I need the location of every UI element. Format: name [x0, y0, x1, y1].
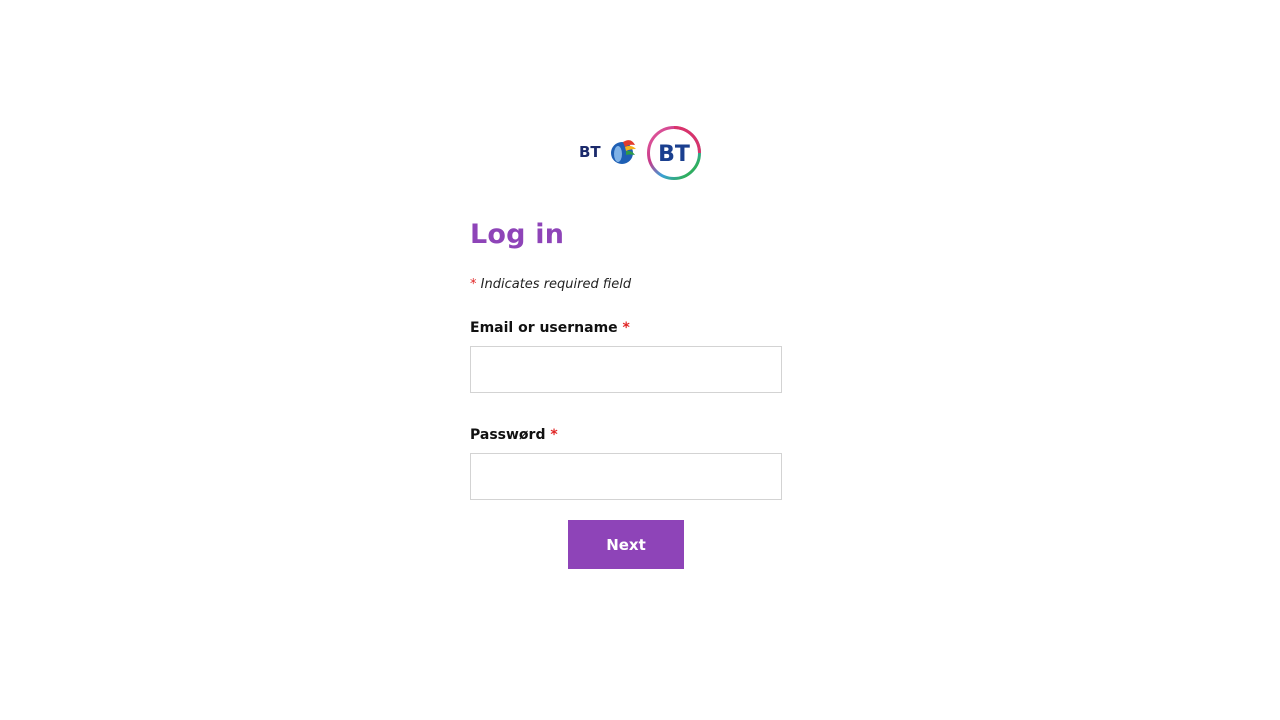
page-title: Log in [470, 219, 565, 250]
required-asterisk: * [470, 277, 477, 292]
login-form: Log in * Indicates required field Email … [470, 214, 782, 569]
bt-legacy-logo: BT [579, 140, 636, 164]
brand-logos: BT BT [579, 125, 703, 181]
email-label: Email or username * [470, 318, 782, 338]
password-required-asterisk: * [550, 427, 558, 443]
bt-roundel-logo: BT [647, 126, 701, 180]
password-label: Passwørd * [470, 425, 782, 445]
next-button[interactable]: Next [568, 520, 684, 569]
logo-new-text: BT [658, 142, 690, 167]
email-field[interactable] [470, 346, 782, 393]
submit-row: Next [470, 520, 782, 569]
required-field-note: * Indicates required field [470, 276, 782, 294]
email-required-asterisk: * [622, 320, 630, 336]
password-field[interactable] [470, 453, 782, 500]
logo-old-text: BT [579, 143, 601, 161]
required-note-text: Indicates required field [480, 277, 632, 292]
email-label-text: Email or username [470, 320, 618, 336]
login-page: BT BT Log in * Indicates required field … [0, 0, 1280, 720]
password-label-text: Passwørd [470, 427, 546, 443]
